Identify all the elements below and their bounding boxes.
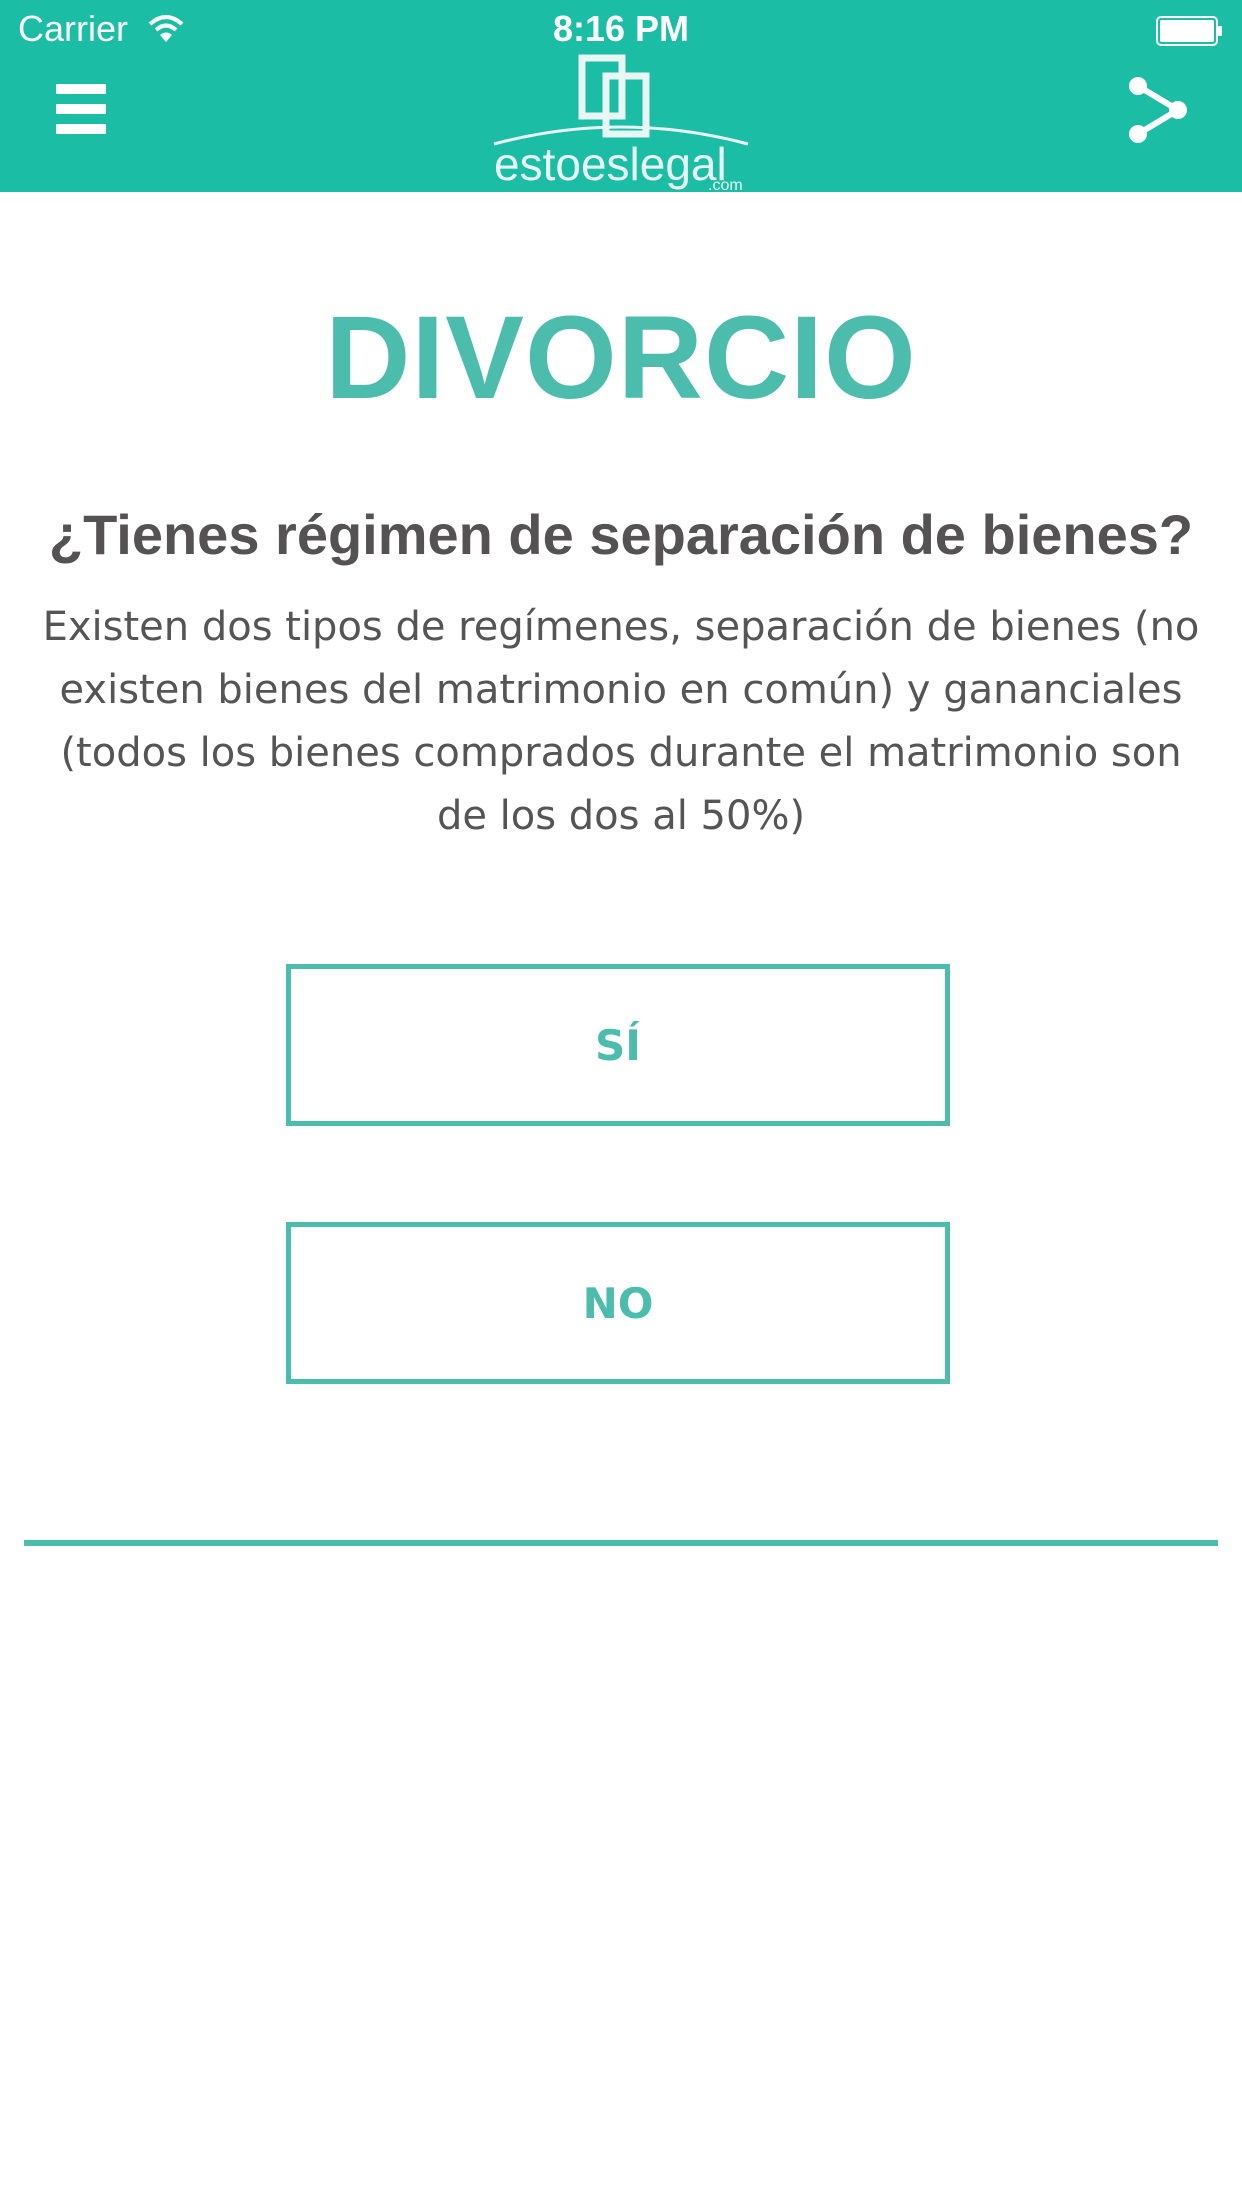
question-heading: ¿Tienes régimen de separación de bienes? xyxy=(48,503,1194,566)
battery-icon xyxy=(1156,16,1222,46)
status-bar: Carrier 8:16 PM xyxy=(0,0,1242,60)
divider xyxy=(24,1540,1218,1546)
app-header: Carrier 8:16 PM estoeslegal .com xyxy=(0,0,1242,192)
yes-button[interactable]: SÍ xyxy=(286,964,950,1126)
status-time: 8:16 PM xyxy=(552,8,690,49)
no-button[interactable]: NO xyxy=(286,1222,950,1384)
logo-text: estoeslegal xyxy=(494,138,727,190)
question-description: Existen dos tipos de regímenes, separaci… xyxy=(42,604,1200,839)
hamburger-menu-icon[interactable] xyxy=(56,84,106,136)
page-title: DIVORCIO xyxy=(325,292,917,424)
share-icon[interactable] xyxy=(1126,76,1190,144)
estoeslegal-logo[interactable]: estoeslegal .com xyxy=(490,52,752,192)
logo-suffix: .com xyxy=(708,177,743,192)
